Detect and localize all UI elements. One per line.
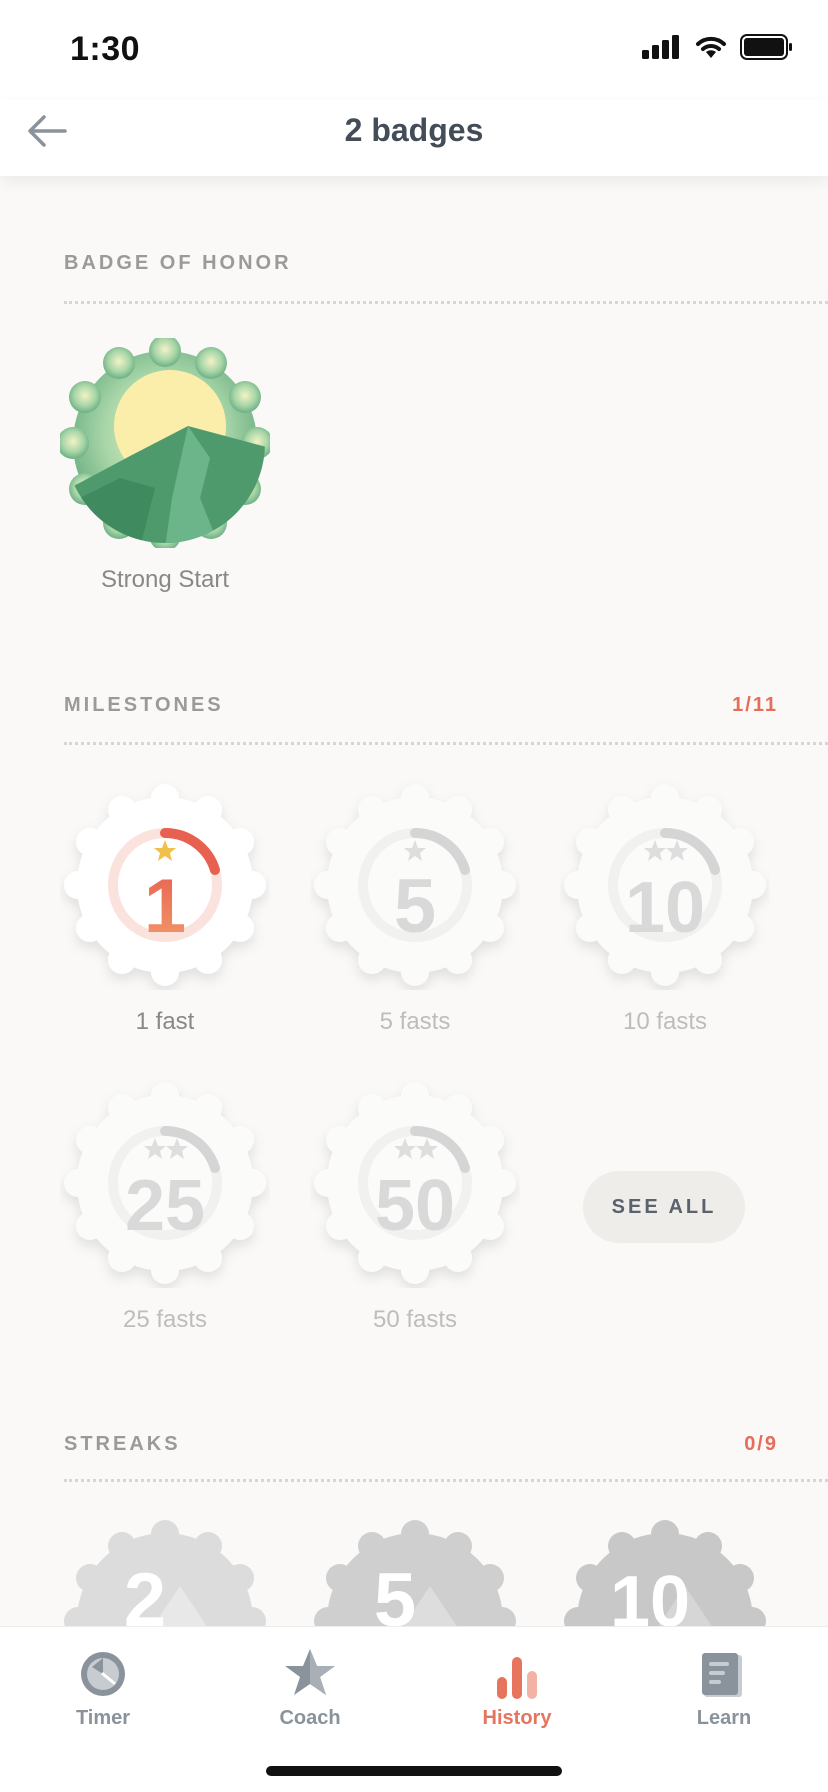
badge-label: 50 fasts xyxy=(372,1306,458,1333)
streak-number: 2 xyxy=(124,1558,166,1626)
tab-timer[interactable]: Timer xyxy=(28,1643,178,1730)
streak-badge-5[interactable]: 5 xyxy=(310,1516,520,1626)
strong-start-badge[interactable] xyxy=(60,338,270,548)
milestone-number: 50 xyxy=(375,1166,455,1246)
page-title: 2 badges xyxy=(344,112,484,148)
streaks-count: 0/9 xyxy=(744,1433,778,1455)
milestone-number: 25 xyxy=(125,1166,205,1246)
streak-badge-10[interactable]: 10 xyxy=(560,1516,770,1626)
streak-number: 5 xyxy=(374,1558,416,1626)
milestone-badge-25[interactable]: 25 xyxy=(60,1078,270,1288)
section-title: STREAKS xyxy=(64,1433,181,1455)
badge-label: Strong Start xyxy=(100,566,230,593)
section-divider xyxy=(64,742,828,745)
tab-coach[interactable]: Coach xyxy=(235,1643,385,1730)
section-divider xyxy=(64,1479,828,1482)
tab-label: Timer xyxy=(75,1707,131,1729)
battery-icon xyxy=(740,34,792,60)
milestone-25-badge-icon: 25 xyxy=(64,1082,266,1284)
milestone-10-badge-icon: 10 xyxy=(564,784,766,986)
streak-5-badge-icon: 5 xyxy=(314,1520,516,1626)
star-icon xyxy=(285,1649,335,1695)
badge-label: 25 fasts xyxy=(122,1306,208,1333)
badge-label: 1 fast xyxy=(135,1008,195,1035)
milestone-50-badge-icon: 50 xyxy=(314,1082,516,1284)
header: 2 badges xyxy=(0,100,828,176)
tab-label: Coach xyxy=(279,1707,341,1729)
tab-learn[interactable]: Learn xyxy=(649,1643,799,1730)
milestone-5-badge-icon: 5 xyxy=(314,784,516,986)
badge-of-honor-header: BADGE OF HONOR xyxy=(64,252,778,275)
wifi-icon xyxy=(696,36,726,58)
milestone-number: 1 xyxy=(144,864,186,949)
milestone-badge-10[interactable]: 10 xyxy=(560,780,770,990)
milestone-1-badge-icon: 1 xyxy=(64,784,266,986)
status-bar: 1:30 xyxy=(0,0,828,100)
section-title: MILESTONES xyxy=(64,694,224,716)
cellular-signal-icon xyxy=(642,35,679,59)
status-icons xyxy=(642,34,794,60)
tab-history[interactable]: History xyxy=(442,1643,592,1730)
milestone-number: 10 xyxy=(625,868,705,948)
milestones-header: MILESTONES 1/11 xyxy=(64,694,778,717)
bar-chart-icon xyxy=(497,1657,537,1699)
timer-icon xyxy=(81,1652,125,1696)
milestones-count: 1/11 xyxy=(732,694,778,716)
streaks-header: STREAKS 0/9 xyxy=(64,1433,778,1456)
streak-2-badge-icon: 2 xyxy=(64,1520,266,1626)
section-title: BADGE OF HONOR xyxy=(64,252,292,274)
milestone-number: 5 xyxy=(394,864,436,949)
streak-number: 10 xyxy=(610,1562,690,1626)
section-divider xyxy=(64,301,828,304)
badge-label: 10 fasts xyxy=(622,1008,708,1035)
badges-scroll-area[interactable]: BADGE OF HONOR Strong Start MILESTONES 1… xyxy=(0,176,828,1626)
status-time: 1:30 xyxy=(70,30,141,68)
tab-label: History xyxy=(482,1707,552,1729)
mountain-sunrise-badge-icon xyxy=(60,338,270,548)
see-all-button[interactable]: SEE ALL xyxy=(583,1171,745,1243)
home-indicator xyxy=(266,1766,562,1776)
book-icon xyxy=(702,1653,742,1697)
badge-label: 5 fasts xyxy=(379,1008,451,1035)
tab-label: Learn xyxy=(696,1707,752,1729)
milestone-badge-50[interactable]: 50 xyxy=(310,1078,520,1288)
streak-10-badge-icon: 10 xyxy=(564,1520,766,1626)
milestone-badge-1[interactable]: 1 xyxy=(60,780,270,990)
streak-badge-2[interactable]: 2 xyxy=(60,1516,270,1626)
milestone-badge-5[interactable]: 5 xyxy=(310,780,520,990)
